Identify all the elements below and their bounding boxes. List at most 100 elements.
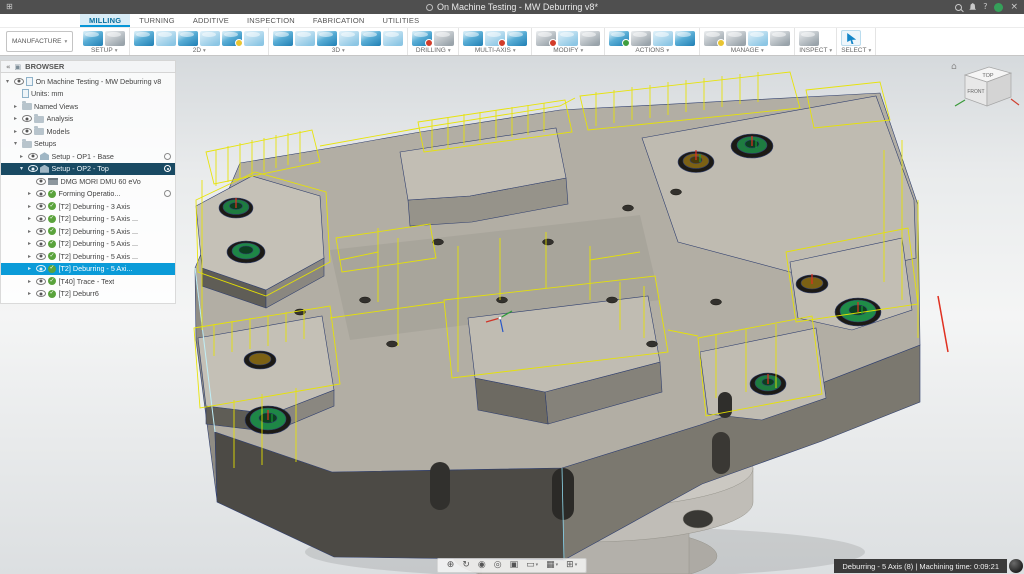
expand-arrow-icon[interactable] [26,203,33,210]
pocket-clearing-icon[interactable] [295,31,315,46]
browser-item-analysis[interactable]: Analysis [1,113,175,126]
job-status-icon[interactable] [1009,559,1023,573]
expand-arrow-icon[interactable] [26,215,33,222]
tab-additive[interactable]: ADDITIVE [184,14,238,27]
expand-arrow-icon[interactable] [26,228,33,235]
expand-arrow-icon[interactable] [26,240,33,247]
expand-arrow-icon[interactable] [26,265,33,272]
visibility-eye-icon[interactable] [28,165,38,172]
expand-arrow-icon[interactable] [12,103,19,110]
new-setup-icon[interactable] [83,31,103,46]
display-settings-icon[interactable]: ▾ [526,558,538,573]
zoom-icon[interactable] [494,558,502,573]
browser-item-units[interactable]: Units: mm [1,88,175,101]
visibility-eye-icon[interactable] [36,178,46,185]
viewports-icon[interactable]: ▾ [566,558,577,573]
group-label-2d[interactable]: 2D▾ [134,46,264,54]
parallel-icon[interactable] [339,31,359,46]
profile-avatar[interactable] [994,3,1003,12]
visibility-eye-icon[interactable] [22,115,32,122]
viewcube[interactable]: ⌂ TOP FRONT [947,57,1021,128]
generate-icon[interactable] [675,31,695,46]
visibility-eye-icon[interactable] [36,190,46,197]
tab-utilities[interactable]: UTILITIES [374,14,429,27]
visibility-eye-icon[interactable] [36,215,46,222]
visibility-eye-icon[interactable] [36,290,46,297]
tool-library-icon[interactable] [704,31,724,46]
expand-arrow-icon[interactable] [26,278,33,285]
active-setup-radio[interactable] [164,165,171,172]
browser-item-deburring-5axis-3[interactable]: [T2] Deburring - 5 Axis ... [1,238,175,251]
app-grid-icon[interactable]: ⊞ [6,0,13,14]
browser-item-deburring-5axis-4[interactable]: [T2] Deburring - 5 Axis ... [1,250,175,263]
look-at-icon[interactable] [478,558,486,573]
help-icon[interactable]: ? [983,0,987,14]
browser-item-named-views[interactable]: Named Views [1,100,175,113]
swarf-icon[interactable] [463,31,483,46]
group-label-inspect[interactable]: INSPECT▾ [799,46,832,54]
visibility-eye-icon[interactable] [36,228,46,235]
2d-adaptive-icon[interactable] [134,31,154,46]
multiaxis-contour-icon[interactable] [485,31,505,46]
visibility-eye-icon[interactable] [36,265,46,272]
steep-and-shallow-icon[interactable] [317,31,337,46]
orbit-icon[interactable] [462,558,470,573]
visibility-eye-icon[interactable] [14,78,24,85]
task-manager-icon[interactable] [726,31,746,46]
browser-header[interactable]: « ▣ BROWSER [0,60,176,73]
workspace-switcher-button[interactable]: MANUFACTURE ▾ [6,31,73,52]
browser-item-root[interactable]: On Machine Testing - MW Deburring v8 [1,75,175,88]
browser-item-forming-operation[interactable]: Forming Operatio... [1,188,175,201]
browser-item-deburring-5axis-selected[interactable]: [T2] Deburring - 5 Axi... [1,263,175,276]
adaptive-clearing-icon[interactable] [273,31,293,46]
expand-arrow-icon[interactable] [26,290,33,297]
post-library-icon[interactable] [770,31,790,46]
fit-view-icon[interactable] [510,558,519,573]
group-label-drilling[interactable]: DRILLING▾ [412,46,454,54]
bore-icon[interactable] [434,31,454,46]
grid-settings-icon[interactable]: ▾ [546,558,558,573]
close-window-icon[interactable]: × [1010,0,1018,14]
browser-item-setup-op2[interactable]: Setup - OP2 - Top [1,163,175,176]
expand-arrow-icon[interactable] [12,128,19,135]
drill-icon[interactable] [412,31,432,46]
notifications-bell-icon[interactable] [969,3,976,11]
browser-item-models[interactable]: Models [1,125,175,138]
tab-turning[interactable]: TURNING [130,14,184,27]
pan-icon[interactable] [447,558,455,573]
expand-arrow-icon[interactable] [12,115,19,122]
post-process-icon[interactable] [631,31,651,46]
document-title[interactable]: On Machine Testing - MW Deburring v8* [426,2,598,12]
flow-icon[interactable] [507,31,527,46]
browser-item-machine[interactable]: DMG MORI DMU 60 eVo [1,175,175,188]
measure-icon[interactable] [799,31,819,46]
trace-icon[interactable] [244,31,264,46]
visibility-eye-icon[interactable] [22,128,32,135]
browser-item-deburr6[interactable]: [T2] Deburr6 [1,288,175,301]
trim-toolpath-icon[interactable] [536,31,556,46]
active-setup-radio[interactable] [164,153,171,160]
linking-icon[interactable] [580,31,600,46]
group-label-modify[interactable]: MODIFY▾ [536,46,600,54]
group-label-3d[interactable]: 3D▾ [273,46,403,54]
visibility-eye-icon[interactable] [36,240,46,247]
new-folder-icon[interactable] [105,31,125,46]
machine-library-icon[interactable] [748,31,768,46]
2d-contour-icon[interactable] [200,31,220,46]
browser-item-trace-text[interactable]: [T40] Trace - Text [1,275,175,288]
select-cursor-icon[interactable] [841,30,861,46]
visibility-eye-icon[interactable] [28,153,38,160]
collapse-panel-icon[interactable]: « [6,63,11,71]
visibility-eye-icon[interactable] [36,278,46,285]
home-icon[interactable]: ⌂ [951,62,957,72]
group-label-multiaxis[interactable]: MULTI-AXIS▾ [463,46,527,54]
expand-arrow-icon[interactable] [26,190,33,197]
browser-item-deburring-5axis-1[interactable]: [T2] Deburring - 5 Axis ... [1,213,175,226]
tab-milling[interactable]: MILLING [80,14,130,27]
expand-arrow-icon[interactable] [4,78,11,85]
group-label-manage[interactable]: MANAGE▾ [704,46,790,54]
browser-item-deburring-5axis-2[interactable]: [T2] Deburring - 5 Axis ... [1,225,175,238]
expand-arrow-icon[interactable] [18,153,25,160]
group-label-select[interactable]: SELECT▾ [841,46,871,54]
slot-icon[interactable] [222,31,242,46]
